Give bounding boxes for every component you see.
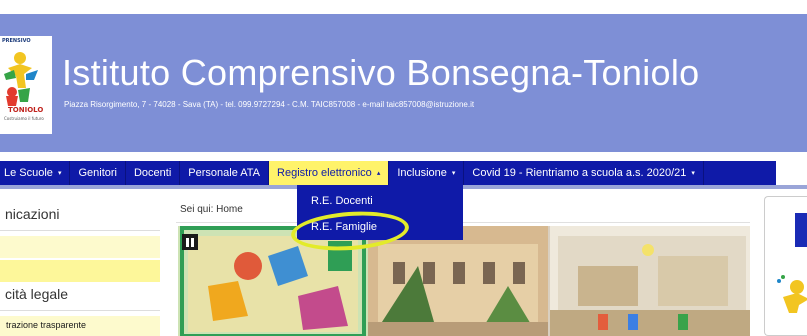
- sidebar-item-blank-1[interactable]: [0, 236, 160, 258]
- nav-item-label: Covid 19 - Rientriamo a scuola a.s. 2020…: [472, 167, 687, 179]
- pause-bar: [191, 237, 194, 247]
- nav-item-covid-19[interactable]: Covid 19 - Rientriamo a scuola a.s. 2020…: [464, 161, 704, 185]
- nav-item-label: Genitori: [78, 167, 117, 179]
- nav-item-genitori[interactable]: Genitori: [70, 161, 126, 185]
- left-sidebar: nicazioni cità legale trazione trasparen…: [0, 190, 168, 336]
- image-slideshow[interactable]: [178, 226, 750, 336]
- nav-item-label: Registro elettronico: [277, 167, 372, 179]
- slideshow-photo: [178, 226, 750, 336]
- site-title[interactable]: Istituto Comprensivo Bonsegna-Toniolo: [62, 52, 699, 94]
- nav-item-label: Docenti: [133, 167, 172, 179]
- dropdown-item-re-famiglie[interactable]: R.E. Famiglie: [311, 221, 377, 233]
- main-navigation: Le Scuole ▾ Genitori Docenti Personale A…: [0, 161, 776, 185]
- sidebar-item-blank-2[interactable]: [0, 260, 160, 282]
- sidebar-heading-comunicazioni: nicazioni: [5, 206, 60, 222]
- sidebar-item-label: trazione trasparente: [6, 320, 87, 330]
- registro-elettronico-dropdown: R.E. Docenti R.E. Famiglie: [297, 185, 463, 240]
- nav-item-le-scuole[interactable]: Le Scuole ▾: [0, 161, 71, 185]
- breadcrumb: Sei qui: Home: [180, 204, 243, 215]
- sidebar-item-amministrazione-trasparente[interactable]: trazione trasparente: [0, 316, 160, 336]
- caret-down-icon: ▾: [691, 170, 695, 177]
- pause-icon[interactable]: [182, 234, 198, 250]
- caret-down-icon: ▾: [451, 170, 456, 177]
- dropdown-item-re-docenti[interactable]: R.E. Docenti: [311, 195, 373, 207]
- site-address: Piazza Risorgimento, 7 - 74028 - Sava (T…: [64, 100, 475, 109]
- site-header: PRENSIVO TONIOLO Costruiamo il futuro Is…: [0, 0, 807, 152]
- right-banner-block[interactable]: [795, 213, 807, 247]
- school-logo[interactable]: PRENSIVO TONIOLO Costruiamo il futuro: [0, 36, 52, 134]
- nav-item-label: Le Scuole: [4, 167, 53, 179]
- right-sidebar-box: [764, 196, 807, 336]
- sidebar-heading-pubblicita-legale: cità legale: [5, 286, 69, 302]
- caret-down-icon: ▾: [57, 170, 62, 177]
- sidebar-divider: [0, 230, 160, 231]
- logo-tagline: Costruiamo il futuro: [4, 116, 44, 121]
- logo-figure-icon: [4, 52, 38, 106]
- nav-item-docenti[interactable]: Docenti: [126, 161, 181, 185]
- right-logo-icon[interactable]: [775, 273, 807, 313]
- header-top-strip: [0, 0, 807, 14]
- nav-item-personale-ata[interactable]: Personale ATA: [180, 161, 270, 185]
- breadcrumb-divider: [176, 222, 750, 223]
- nav-item-inclusione[interactable]: Inclusione ▾: [389, 161, 465, 185]
- nav-item-registro-elettronico[interactable]: Registro elettronico ▴: [269, 161, 390, 185]
- sidebar-divider: [0, 310, 160, 311]
- logo-name: TONIOLO: [8, 106, 44, 114]
- nav-item-label: Personale ATA: [188, 167, 261, 179]
- nav-item-label: Inclusione: [397, 167, 447, 179]
- caret-up-icon: ▴: [376, 170, 381, 177]
- pause-bar: [186, 237, 189, 247]
